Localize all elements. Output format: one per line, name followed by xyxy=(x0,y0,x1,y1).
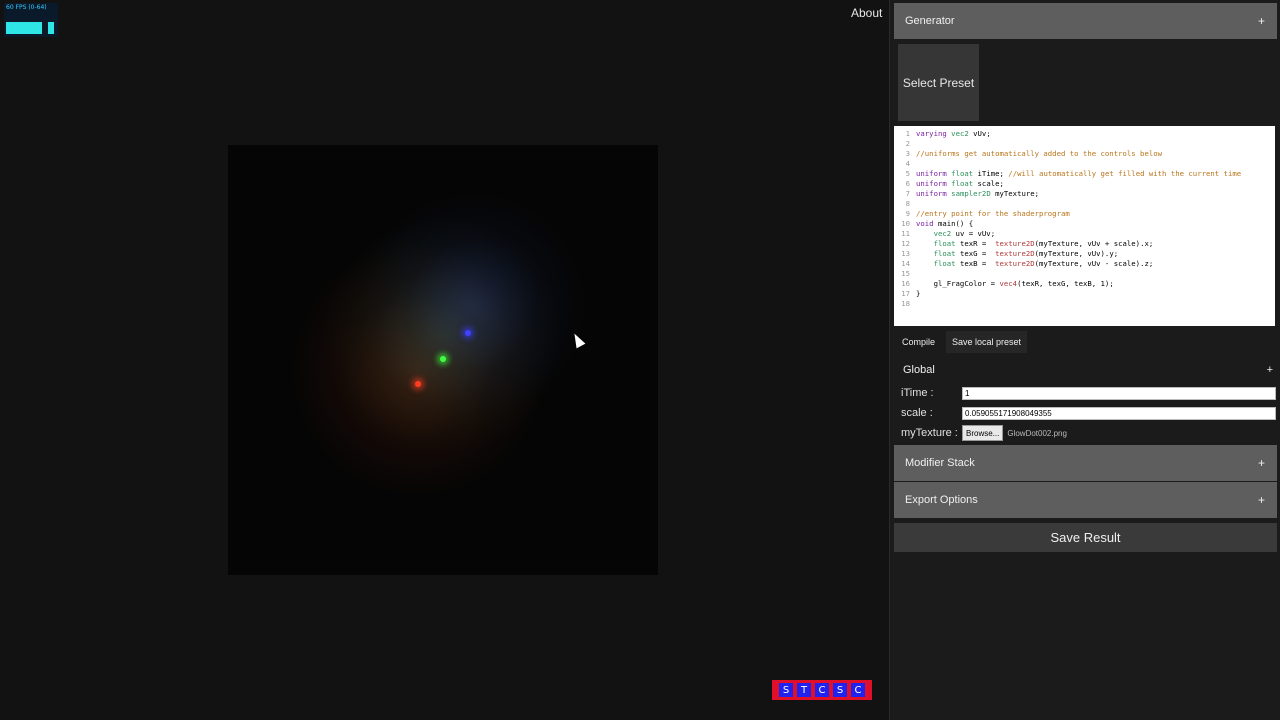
export-options-header[interactable]: Export Options + xyxy=(894,482,1277,518)
line-number: 15 xyxy=(901,269,910,278)
code-line: 6 uniform float scale; xyxy=(894,179,1275,189)
fps-graph-segment xyxy=(48,22,54,34)
itime-label: iTime : xyxy=(901,387,934,399)
expand-icon[interactable]: + xyxy=(1258,493,1265,507)
code-text: uniform float scale; xyxy=(916,179,1004,188)
fps-graph xyxy=(6,22,42,34)
scale-row: scale : xyxy=(901,405,1278,421)
code-line: 4 xyxy=(894,159,1275,169)
line-number: 14 xyxy=(901,259,910,268)
fps-label: 60 FPS (0-64) xyxy=(6,4,47,11)
line-number: 16 xyxy=(901,279,910,288)
code-text: vec2 uv = vUv; xyxy=(933,229,996,238)
code-line: 7 uniform sampler2D myTexture; xyxy=(894,189,1275,199)
code-line: 10 void main() { xyxy=(894,219,1275,229)
code-line: 13 float texG = texture2D(myTexture, vUv… xyxy=(894,249,1275,259)
code-line: 16 gl_FragColor = vec4(texR, texG, texB,… xyxy=(894,279,1275,289)
code-text: void main() { xyxy=(916,219,974,228)
line-number: 3 xyxy=(905,149,910,158)
code-text: } xyxy=(916,289,921,298)
modifier-stack-header[interactable]: Modifier Stack + xyxy=(894,445,1277,481)
itime-row: iTime : xyxy=(901,385,1278,401)
line-number: 5 xyxy=(905,169,910,178)
line-number: 9 xyxy=(905,209,910,218)
global-header[interactable]: Global + xyxy=(894,361,1277,379)
scale-label: scale : xyxy=(901,407,933,419)
about-link[interactable]: About xyxy=(851,6,882,20)
code-text: gl_FragColor = vec4(texR, texG, texB, 1)… xyxy=(916,279,1114,288)
line-number: 4 xyxy=(905,159,910,168)
itime-input[interactable] xyxy=(962,386,1276,400)
c-button[interactable]: C xyxy=(815,683,829,697)
code-text: //uniforms get automatically added to th… xyxy=(916,149,1163,158)
code-line: 5 uniform float iTime; //will automatical… xyxy=(894,169,1275,179)
code-text: float texB = texture2D(myTexture, vUv - … xyxy=(933,259,1154,268)
toolbar-stcsc: S T C S C xyxy=(772,680,872,700)
line-number: 7 xyxy=(905,189,910,198)
code-line: 2 xyxy=(894,139,1275,149)
t-button[interactable]: T xyxy=(797,683,811,697)
browse-button[interactable]: Browse... xyxy=(962,425,1004,441)
expand-icon[interactable]: + xyxy=(1267,364,1273,376)
code-text: varying vec2 vUv; xyxy=(916,129,991,138)
code-line: 18 xyxy=(894,299,1275,309)
line-number: 12 xyxy=(901,239,910,248)
scale-input[interactable] xyxy=(962,406,1276,420)
code-text: float texG = texture2D(myTexture, vUv).y… xyxy=(933,249,1119,258)
code-line: 11 vec2 uv = vUv; xyxy=(894,229,1275,239)
global-title: Global xyxy=(903,364,935,376)
generator-header[interactable]: Generator + xyxy=(894,3,1277,39)
texture-label: myTexture : xyxy=(901,427,958,439)
line-number: 18 xyxy=(901,299,910,308)
code-text: uniform sampler2D myTexture; xyxy=(916,189,1040,198)
line-number: 8 xyxy=(905,199,910,208)
shader-preview-canvas[interactable] xyxy=(228,145,658,575)
line-number: 13 xyxy=(901,249,910,258)
code-line: 14 float texB = texture2D(myTexture, vUv… xyxy=(894,259,1275,269)
texture-filename: GlowDot002.png xyxy=(1007,428,1067,438)
code-line: 1 varying vec2 vUv; xyxy=(894,129,1275,139)
code-line: 17} xyxy=(894,289,1275,299)
save-result-button[interactable]: Save Result xyxy=(894,523,1277,552)
compile-button[interactable]: Compile xyxy=(894,331,944,353)
controls-panel: Generator + Select Preset 1 varying vec2 … xyxy=(889,0,1280,720)
save-local-preset-button[interactable]: Save local preset xyxy=(946,331,1028,353)
green-dot xyxy=(440,356,446,362)
s-button-2[interactable]: S xyxy=(833,683,847,697)
code-text: uniform float iTime; //will automaticall… xyxy=(916,169,1242,178)
modifier-stack-title: Modifier Stack xyxy=(905,457,975,469)
code-line: 15 xyxy=(894,269,1275,279)
texture-row: myTexture : Browse... GlowDot002.png xyxy=(901,425,1278,441)
line-number: 2 xyxy=(905,139,910,148)
line-number: 1 xyxy=(905,129,910,138)
line-number: 11 xyxy=(901,229,910,238)
line-number: 17 xyxy=(901,289,910,298)
code-line: 8 xyxy=(894,199,1275,209)
editor-actions: Compile Save local preset xyxy=(894,331,1030,353)
code-text: //entry point for the shaderprogram xyxy=(916,209,1070,218)
red-dot xyxy=(415,381,421,387)
blue-glow xyxy=(358,190,588,420)
expand-icon[interactable]: + xyxy=(1258,14,1265,28)
line-number: 6 xyxy=(905,179,910,188)
shader-code-editor[interactable]: 1 varying vec2 vUv; 2 3 //uniforms get autom… xyxy=(894,126,1275,326)
code-line: 9 //entry point for the shaderprogram xyxy=(894,209,1275,219)
s-button[interactable]: S xyxy=(779,683,793,697)
fps-meter: 60 FPS (0-64) xyxy=(4,3,58,37)
c-button-2[interactable]: C xyxy=(851,683,865,697)
code-line: 12 float texR = texture2D(myTexture, vUv… xyxy=(894,239,1275,249)
line-number: 10 xyxy=(901,219,910,228)
code-line: 3 //uniforms get automatically added to t… xyxy=(894,149,1275,159)
code-text: float texR = texture2D(myTexture, vUv + … xyxy=(933,239,1154,248)
expand-icon[interactable]: + xyxy=(1258,456,1265,470)
generator-title: Generator xyxy=(905,15,955,27)
export-options-title: Export Options xyxy=(905,494,978,506)
select-preset-button[interactable]: Select Preset xyxy=(898,44,979,121)
blue-dot xyxy=(465,330,471,336)
